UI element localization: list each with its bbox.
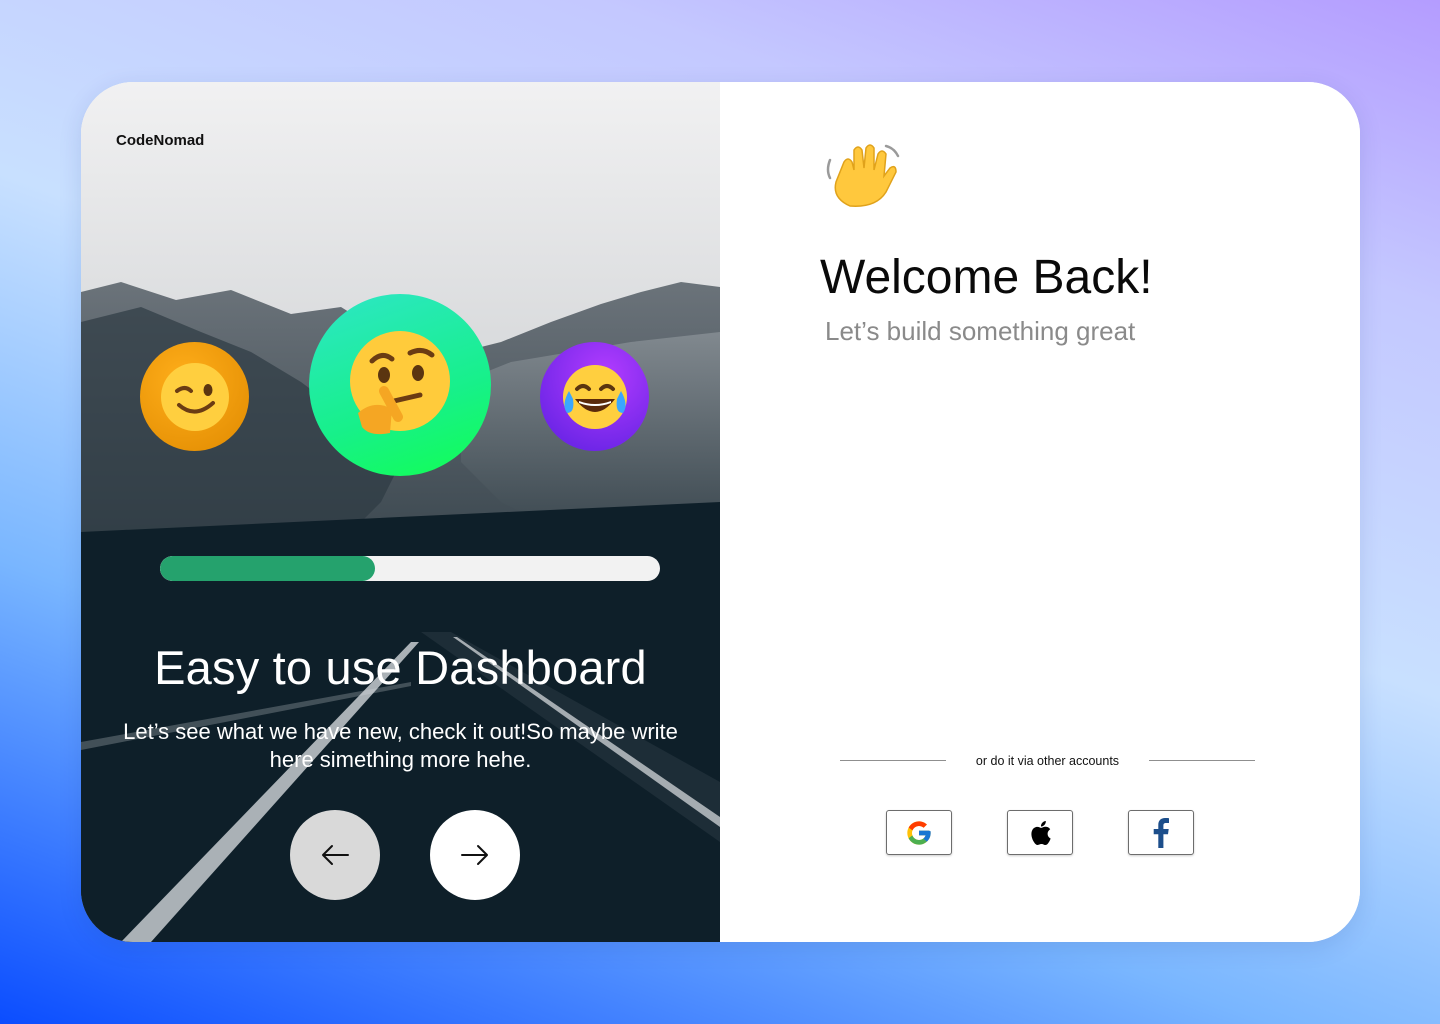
winking-face-icon bbox=[160, 362, 229, 431]
login-card: CodeNomad Easy to use Dashboard Let’s se… bbox=[81, 82, 1360, 942]
welcome-title: Welcome Back! bbox=[820, 251, 1153, 304]
tears-of-joy-icon bbox=[562, 364, 627, 429]
facebook-icon bbox=[1153, 817, 1169, 848]
next-slide-button[interactable] bbox=[430, 810, 520, 900]
login-panel: Welcome Back! Let’s build something grea… bbox=[720, 82, 1360, 942]
divider-line-right bbox=[1149, 760, 1255, 761]
welcome-tagline: Let’s build something great bbox=[825, 316, 1136, 346]
brand-logo[interactable]: CodeNomad bbox=[116, 132, 204, 149]
onboarding-title: Easy to use Dashboard bbox=[154, 641, 647, 694]
google-icon bbox=[907, 820, 931, 845]
arrow-right-icon bbox=[461, 845, 488, 865]
mountain-road-background bbox=[81, 82, 720, 942]
onboarding-panel: CodeNomad Easy to use Dashboard Let’s se… bbox=[81, 82, 720, 942]
thinking-face-icon bbox=[350, 331, 450, 435]
thinking-face-bubble bbox=[309, 294, 491, 476]
apple-login-button[interactable] bbox=[1007, 810, 1073, 855]
alternative-login-label: or do it via other accounts bbox=[975, 754, 1120, 768]
progress-fill bbox=[160, 556, 375, 581]
apple-icon bbox=[1031, 820, 1051, 845]
onboarding-progress-bar bbox=[160, 556, 660, 581]
tears-of-joy-bubble bbox=[540, 342, 649, 451]
onboarding-subtitle: Let’s see what we have new, check it out… bbox=[123, 719, 678, 772]
waving-hand-icon bbox=[826, 144, 900, 207]
facebook-login-button[interactable] bbox=[1128, 810, 1194, 855]
winking-face-bubble bbox=[140, 342, 249, 451]
previous-slide-button[interactable] bbox=[290, 810, 380, 900]
arrow-left-icon bbox=[322, 845, 349, 865]
divider-line-left bbox=[840, 760, 946, 761]
google-login-button[interactable] bbox=[886, 810, 952, 855]
